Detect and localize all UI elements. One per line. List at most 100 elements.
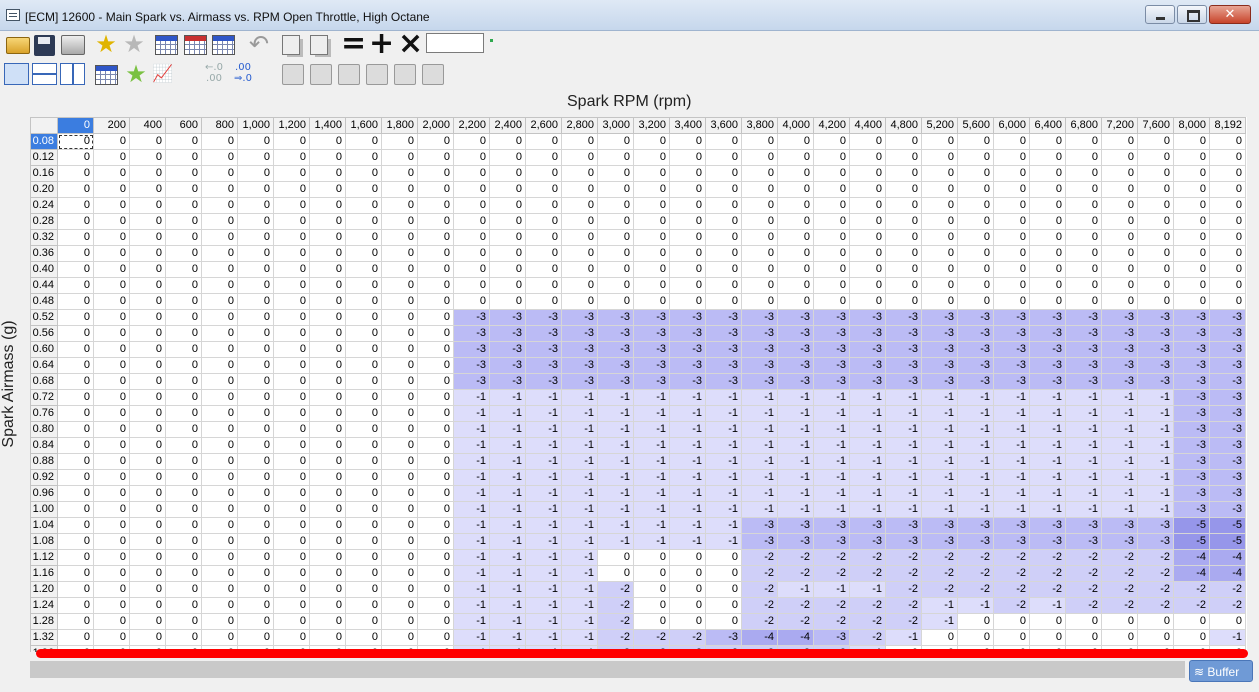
table-cell[interactable]: 0 xyxy=(129,373,166,390)
column-header[interactable]: 5,200 xyxy=(921,117,958,134)
table-cell[interactable]: -2 xyxy=(921,549,958,566)
table-cell[interactable]: 0 xyxy=(381,373,418,390)
table-cell[interactable]: -1 xyxy=(597,405,634,422)
table-cell[interactable]: -3 xyxy=(1173,357,1210,374)
table-cell[interactable]: 0 xyxy=(1137,165,1174,182)
table-cell[interactable]: -1 xyxy=(885,389,922,406)
table-cell[interactable]: 0 xyxy=(705,181,742,198)
table-cell[interactable]: 0 xyxy=(165,357,202,374)
table-cell[interactable]: -3 xyxy=(1137,373,1174,390)
table-cell[interactable]: -3 xyxy=(1029,325,1066,342)
table-cell[interactable]: -1 xyxy=(597,453,634,470)
table-cell[interactable]: 0 xyxy=(525,133,562,150)
table-cell[interactable]: 0 xyxy=(1173,149,1210,166)
row-header[interactable]: 0.28 xyxy=(30,213,58,230)
table-cell[interactable]: 0 xyxy=(273,197,310,214)
table-cell[interactable]: -3 xyxy=(777,325,814,342)
table-cell[interactable]: 0 xyxy=(669,261,706,278)
table-cell[interactable]: 0 xyxy=(57,421,94,438)
table-cell[interactable]: -3 xyxy=(1173,309,1210,326)
table-cell[interactable]: 0 xyxy=(57,469,94,486)
table-cell[interactable]: 0 xyxy=(1101,277,1138,294)
table-cell[interactable]: -5 xyxy=(1209,533,1246,550)
table-cell[interactable]: 0 xyxy=(417,613,454,630)
table-cell[interactable]: -3 xyxy=(705,629,742,646)
table-cell[interactable]: 0 xyxy=(489,165,526,182)
table-cell[interactable]: 0 xyxy=(309,245,346,262)
table-cell[interactable]: 0 xyxy=(849,149,886,166)
table-cell[interactable]: 0 xyxy=(417,309,454,326)
table-cell[interactable]: -2 xyxy=(813,613,850,630)
table-cell[interactable]: 0 xyxy=(165,533,202,550)
table-cell[interactable]: -3 xyxy=(1065,517,1102,534)
table-cell[interactable]: 0 xyxy=(57,197,94,214)
table-cell[interactable]: 0 xyxy=(489,245,526,262)
table-cell[interactable]: 0 xyxy=(237,565,274,582)
table-cell[interactable]: -3 xyxy=(885,373,922,390)
table-cell[interactable]: -1 xyxy=(777,501,814,518)
table-cell[interactable]: -1 xyxy=(1101,501,1138,518)
table-cell[interactable]: -3 xyxy=(489,341,526,358)
table-cell[interactable]: -1 xyxy=(777,581,814,598)
table-cell[interactable]: -1 xyxy=(741,421,778,438)
table-cell[interactable]: 0 xyxy=(957,165,994,182)
column-header[interactable]: 800 xyxy=(201,117,238,134)
table-cell[interactable]: 0 xyxy=(1137,293,1174,310)
table-cell[interactable]: -3 xyxy=(633,341,670,358)
table-cell[interactable]: 0 xyxy=(381,389,418,406)
table-cell[interactable]: 0 xyxy=(633,293,670,310)
table-cell[interactable]: 0 xyxy=(1101,629,1138,646)
table-cell[interactable]: -1 xyxy=(885,469,922,486)
table-cell[interactable]: 0 xyxy=(417,501,454,518)
table-cell[interactable]: 0 xyxy=(273,453,310,470)
table-cell[interactable]: -2 xyxy=(777,597,814,614)
table-cell[interactable]: 0 xyxy=(273,293,310,310)
table-cell[interactable]: 0 xyxy=(777,293,814,310)
table-cell[interactable]: -3 xyxy=(885,533,922,550)
remove-favorite-star-icon[interactable]: ★ xyxy=(122,32,146,56)
table-cell[interactable]: 0 xyxy=(597,277,634,294)
column-header[interactable]: 3,800 xyxy=(741,117,778,134)
table-cell[interactable]: 0 xyxy=(237,165,274,182)
column-header[interactable]: 2,400 xyxy=(489,117,526,134)
table-cell[interactable]: 0 xyxy=(1137,149,1174,166)
table-cell[interactable]: 0 xyxy=(345,341,382,358)
table-cell[interactable]: 0 xyxy=(1065,197,1102,214)
table-cell[interactable]: -1 xyxy=(489,405,526,422)
table-cell[interactable]: 0 xyxy=(165,213,202,230)
table-cell[interactable]: -1 xyxy=(561,389,598,406)
table-cell[interactable]: 0 xyxy=(165,517,202,534)
table-cell[interactable]: 0 xyxy=(201,421,238,438)
table-cell[interactable]: 0 xyxy=(309,421,346,438)
table-cell[interactable]: 0 xyxy=(1173,197,1210,214)
table-cell[interactable]: 0 xyxy=(345,581,382,598)
table-cell[interactable]: 0 xyxy=(237,149,274,166)
table-cell[interactable]: -3 xyxy=(921,533,958,550)
table-cell[interactable]: 0 xyxy=(273,421,310,438)
table-cell[interactable]: 0 xyxy=(309,565,346,582)
table-cell[interactable]: 0 xyxy=(1209,277,1246,294)
table-cell[interactable]: 0 xyxy=(777,245,814,262)
table-cell[interactable]: -1 xyxy=(705,437,742,454)
table-cell[interactable]: 0 xyxy=(129,517,166,534)
table-cell[interactable]: -1 xyxy=(669,485,706,502)
table-cell[interactable]: -1 xyxy=(633,453,670,470)
table-cell[interactable]: 0 xyxy=(381,277,418,294)
table-cell[interactable]: 0 xyxy=(1029,213,1066,230)
table-cell[interactable]: 0 xyxy=(129,277,166,294)
table-cell[interactable]: 0 xyxy=(309,133,346,150)
table-cell[interactable]: -3 xyxy=(1029,341,1066,358)
table-cell[interactable]: -1 xyxy=(885,485,922,502)
table-cell[interactable]: -1 xyxy=(489,629,526,646)
table-cell[interactable]: -1 xyxy=(453,501,490,518)
table-cell[interactable]: -2 xyxy=(1101,581,1138,598)
table-cell[interactable]: 0 xyxy=(1101,229,1138,246)
table-cell[interactable]: 0 xyxy=(381,597,418,614)
table-cell[interactable]: -3 xyxy=(453,373,490,390)
table-cell[interactable]: 0 xyxy=(885,133,922,150)
column-header[interactable]: 4,000 xyxy=(777,117,814,134)
table-cell[interactable]: 0 xyxy=(525,229,562,246)
table-cell[interactable]: -1 xyxy=(777,485,814,502)
table-cell[interactable]: -1 xyxy=(489,453,526,470)
table-cell[interactable]: 0 xyxy=(57,581,94,598)
